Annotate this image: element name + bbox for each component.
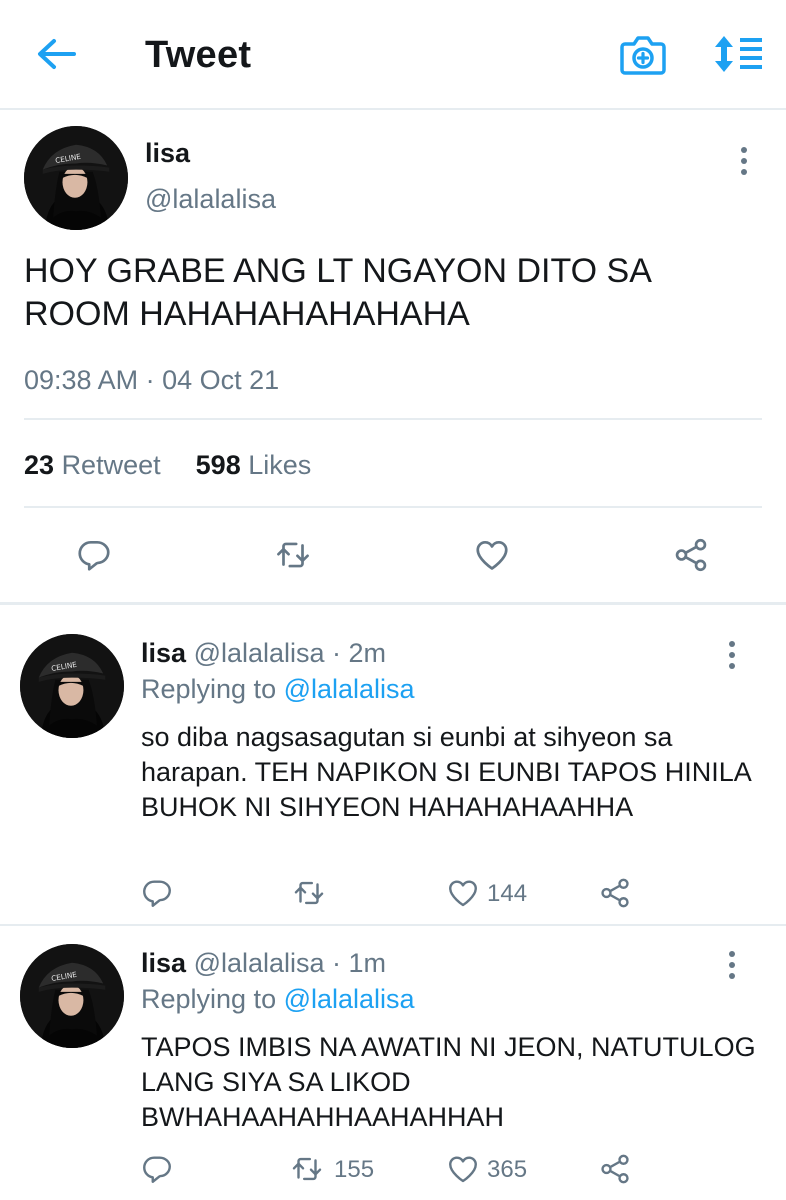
reply-text: so diba nagsasagutan si eunbi at sihyeon… — [141, 722, 751, 822]
like-count: 365 — [487, 1156, 528, 1183]
like-icon[interactable] — [471, 536, 513, 574]
reply-actions: 155 365 — [0, 1152, 786, 1192]
reply-header: lisa @lalalalisa · 1m — [141, 948, 386, 979]
tweet-stats: 23 Retweet 598 Likes — [24, 450, 311, 481]
tweet-text: HOY GRABE ANG LT NGAYON DITO SA ROOM HAH… — [24, 252, 651, 333]
retweet-icon[interactable] — [292, 876, 326, 910]
like-icon[interactable] — [446, 876, 480, 910]
like-count: 144 — [487, 880, 528, 907]
author-name[interactable]: lisa — [141, 638, 186, 668]
retweet-label[interactable]: Retweet — [62, 450, 161, 480]
more-options-icon[interactable] — [726, 950, 738, 980]
reply-header: lisa @lalalalisa · 2m — [141, 638, 386, 669]
reply-text: TAPOS IMBIS NA AWATIN NI JEON, NATUTULOG… — [141, 1032, 756, 1132]
replying-to-link[interactable]: @lalalalisa — [284, 674, 415, 704]
author-handle-time: @lalalalisa · 1m — [193, 948, 387, 978]
share-icon[interactable] — [598, 876, 632, 910]
replying-prefix: Replying to — [141, 984, 277, 1014]
divider — [24, 418, 762, 420]
retweet-icon[interactable] — [272, 536, 314, 574]
author-name[interactable]: lisa — [145, 138, 190, 169]
like-count[interactable]: 598 — [196, 450, 241, 480]
top-app-bar: Tweet — [0, 0, 786, 110]
tweet-actions — [0, 510, 786, 602]
like-icon[interactable] — [446, 1152, 480, 1186]
share-icon[interactable] — [670, 536, 712, 574]
avatar[interactable] — [20, 944, 124, 1048]
retweet-count[interactable]: 23 — [24, 450, 54, 480]
reply-actions: 144 — [0, 876, 786, 916]
retweet-count: 155 — [334, 1156, 375, 1183]
replying-to: Replying to @lalalalisa — [141, 674, 415, 705]
author-handle-time: @lalalalisa · 2m — [193, 638, 387, 668]
avatar[interactable] — [20, 634, 124, 738]
divider — [0, 602, 786, 605]
more-options-icon[interactable] — [738, 146, 750, 176]
divider — [0, 924, 786, 926]
author-name[interactable]: lisa — [141, 948, 186, 978]
reply-icon[interactable] — [140, 876, 174, 910]
reply-icon[interactable] — [140, 1152, 174, 1186]
page-title: Tweet — [145, 34, 252, 76]
share-icon[interactable] — [598, 1152, 632, 1186]
retweet-icon[interactable] — [290, 1152, 324, 1186]
author-handle[interactable]: @lalalalisa — [145, 184, 276, 215]
replying-to: Replying to @lalalalisa — [141, 984, 415, 1015]
like-label[interactable]: Likes — [248, 450, 311, 480]
sort-icon[interactable] — [712, 34, 764, 74]
divider — [24, 506, 762, 508]
replying-prefix: Replying to — [141, 674, 277, 704]
avatar[interactable] — [24, 126, 128, 230]
back-arrow-icon[interactable] — [34, 36, 78, 72]
tweet-timestamp: 09:38 AM · 04 Oct 21 — [24, 365, 280, 395]
camera-plus-icon[interactable] — [620, 34, 666, 76]
more-options-icon[interactable] — [726, 640, 738, 670]
reply-icon[interactable] — [73, 536, 115, 574]
replying-to-link[interactable]: @lalalalisa — [284, 984, 415, 1014]
